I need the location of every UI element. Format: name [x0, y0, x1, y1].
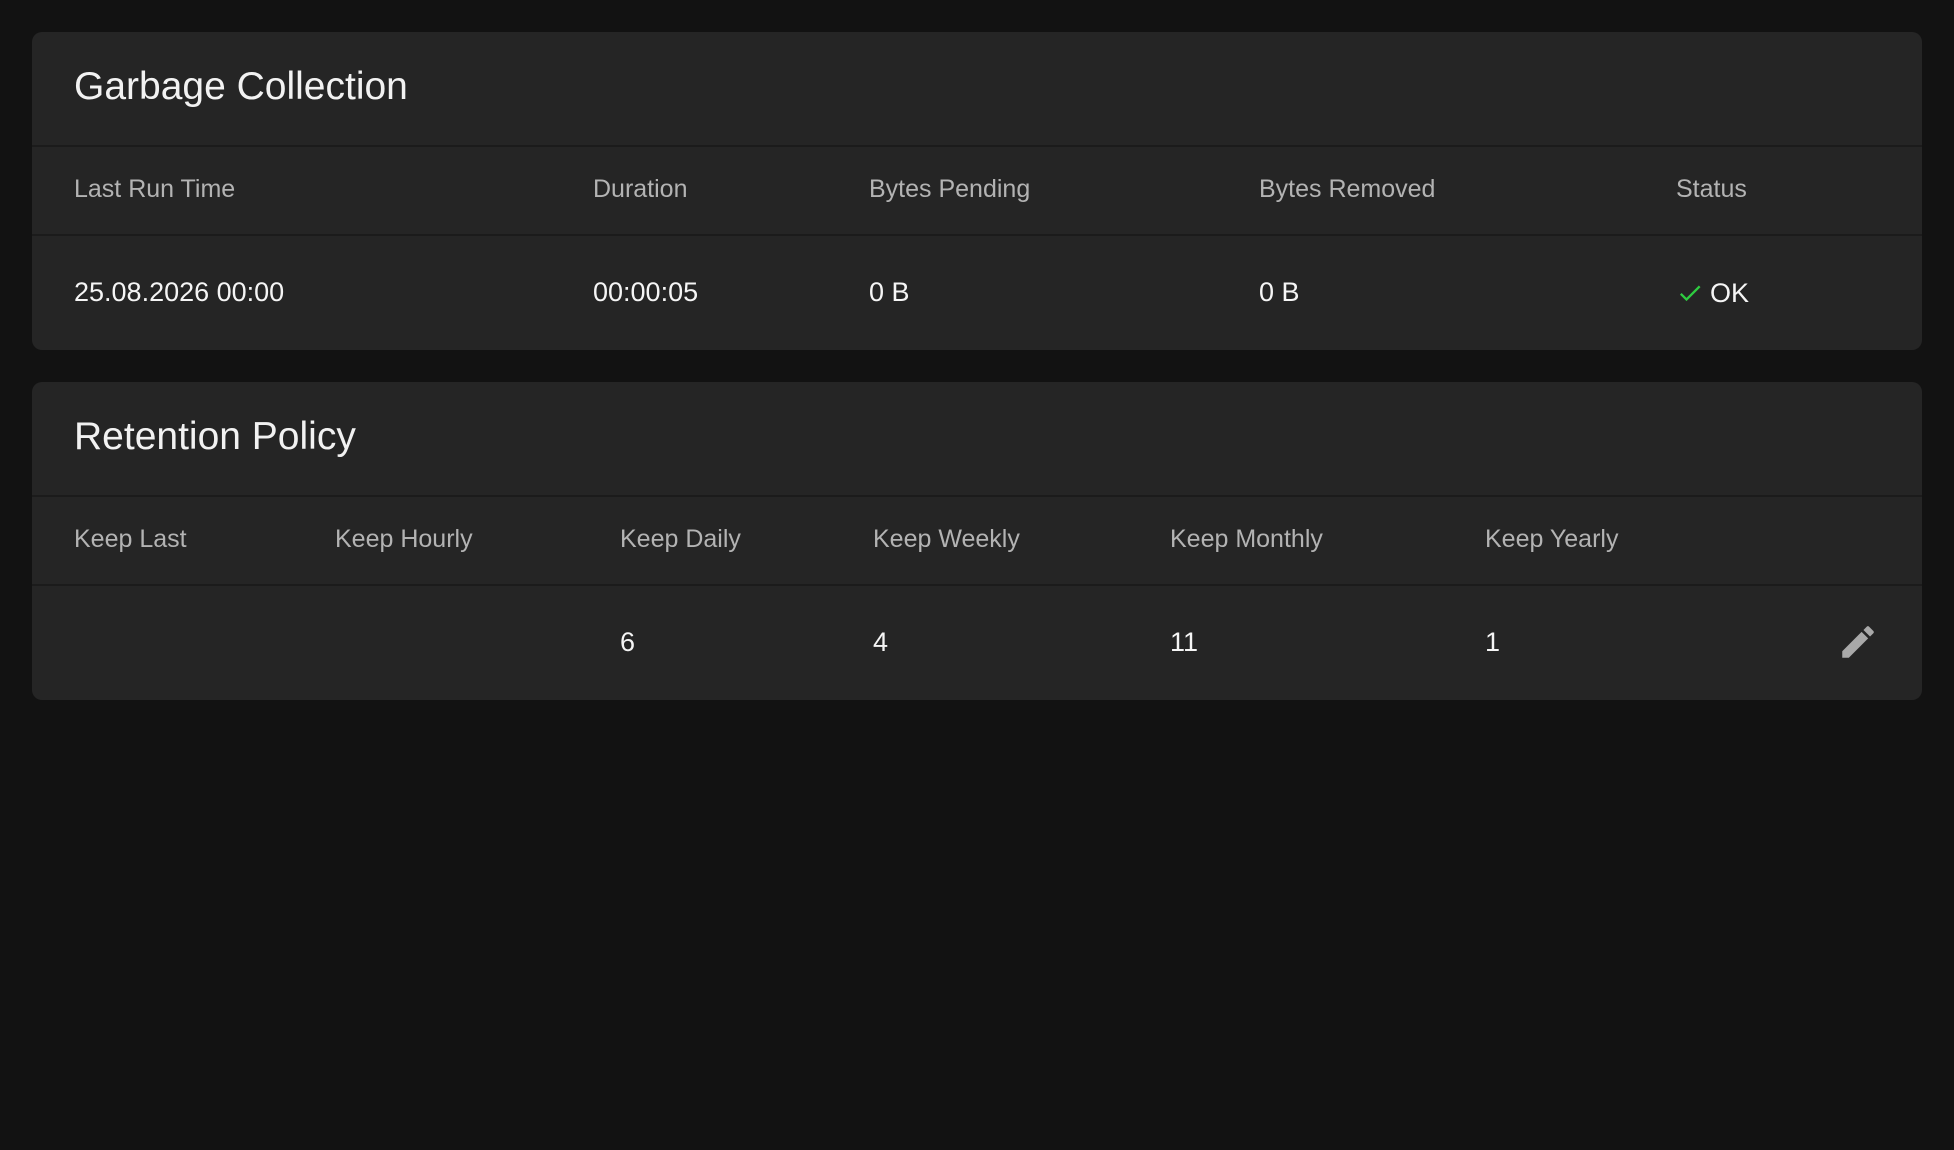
- row-divider: [32, 234, 1922, 236]
- retention-policy-title: Retention Policy: [74, 415, 356, 458]
- column-header-keep-monthly: Keep Monthly: [1170, 525, 1323, 553]
- column-header-keep-weekly: Keep Weekly: [873, 525, 1020, 553]
- garbage-collection-title: Garbage Collection: [74, 65, 408, 108]
- column-header-bytes-pending[interactable]: Bytes Pending: [869, 145, 1030, 234]
- keep-daily-value: 6: [620, 627, 636, 657]
- keep-monthly-value: 11: [1170, 627, 1199, 657]
- retention-policy-card: Retention Policy Keep Last Keep Hourly K…: [32, 382, 1922, 700]
- status-cell: OK: [1676, 236, 1749, 350]
- keep-weekly-value: 4: [873, 627, 889, 657]
- column-header-bytes-removed[interactable]: Bytes Removed: [1259, 145, 1435, 234]
- column-header-last-run-time[interactable]: Last Run Time: [74, 145, 235, 234]
- keep-yearly-value: 1: [1485, 627, 1501, 657]
- edit-retention-button[interactable]: [1830, 614, 1886, 670]
- status-value: OK: [1710, 278, 1750, 308]
- bytes-removed-value: 0 B: [1259, 277, 1300, 307]
- bytes-pending-value: 0 B: [869, 277, 910, 307]
- column-header-keep-hourly: Keep Hourly: [335, 525, 473, 553]
- column-header-keep-last: Keep Last: [74, 525, 187, 553]
- garbage-collection-card: Garbage Collection Last Run Time Duratio…: [32, 32, 1922, 350]
- check-icon: [1679, 285, 1701, 302]
- duration-value: 00:00:05: [593, 277, 699, 307]
- column-header-duration[interactable]: Duration: [593, 145, 688, 234]
- column-header-keep-yearly: Keep Yearly: [1485, 525, 1619, 553]
- column-header-status[interactable]: Status: [1676, 145, 1747, 234]
- row-divider: [32, 584, 1922, 586]
- column-header-keep-daily: Keep Daily: [620, 525, 741, 553]
- pencil-icon: [1842, 626, 1874, 658]
- last-run-time-value: 25.08.2026 00:00: [74, 277, 285, 307]
